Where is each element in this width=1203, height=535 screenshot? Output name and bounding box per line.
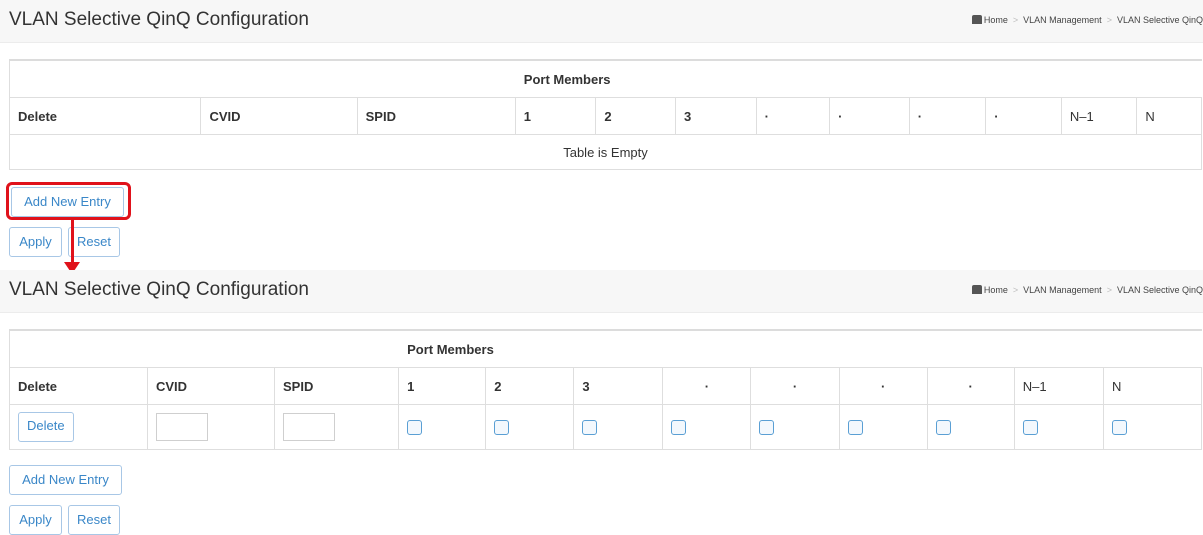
- col-port-3: 3: [674, 97, 757, 135]
- table-header-row: Port Members: [8, 329, 1202, 368]
- port-cell: [926, 404, 1015, 450]
- port-n-checkbox[interactable]: [1112, 420, 1127, 436]
- col-cvid: CVID: [200, 97, 358, 135]
- col-port-ellipsis: ·: [755, 97, 831, 135]
- col-cvid: CVID: [146, 367, 276, 405]
- add-new-entry-button[interactable]: Add New Entry: [9, 465, 122, 495]
- col-port-ellipsis: ·: [838, 367, 928, 405]
- highlight-box: [6, 182, 131, 220]
- port-n-minus-1-cell: [1013, 404, 1105, 450]
- col-port-ellipsis: ·: [908, 97, 987, 135]
- col-delete: Delete: [8, 97, 202, 135]
- col-port-ellipsis: ·: [750, 367, 840, 405]
- breadcrumb-current: VLAN Selective QinQ: [1116, 15, 1203, 25]
- col-port-ellipsis: ·: [926, 367, 1015, 405]
- port-n-minus-1-checkbox[interactable]: [1022, 420, 1038, 436]
- breadcrumb-separator: >: [1106, 15, 1112, 25]
- breadcrumb-current: VLAN Selective QinQ: [1116, 285, 1203, 295]
- port-cell: [838, 404, 928, 450]
- port-1-checkbox[interactable]: [407, 420, 423, 436]
- table-row: Delete: [9, 404, 1202, 450]
- page-header: VLAN Selective QinQ Configuration Home > V…: [0, 0, 1203, 43]
- spid-input[interactable]: [283, 413, 335, 441]
- col-spid: SPID: [273, 367, 400, 405]
- col-port-2: 2: [595, 97, 676, 135]
- qinq-table: Port Members Delete CVID SPID 1 2 3 · · …: [8, 329, 1202, 450]
- port-2-checkbox[interactable]: [494, 420, 510, 436]
- col-spid: SPID: [356, 97, 516, 135]
- port-1-cell: [398, 404, 487, 450]
- row-cvid-cell: [146, 404, 276, 450]
- breadcrumb-vlan-management[interactable]: VLAN Management: [1023, 15, 1102, 25]
- delete-row-button[interactable]: Delete: [18, 412, 74, 442]
- breadcrumb-home[interactable]: Home: [984, 285, 1008, 295]
- header-spacer: [8, 329, 400, 368]
- row-spid-cell: [273, 404, 400, 450]
- port-cell: [662, 404, 752, 450]
- port-n-cell: [1103, 404, 1202, 450]
- col-port-ellipsis: ·: [829, 97, 910, 135]
- port-checkbox[interactable]: [759, 420, 775, 436]
- empty-row: Table is Empty: [9, 134, 1202, 170]
- qinq-table: Port Members Delete CVID SPID 1 2 3 · · …: [8, 59, 1203, 170]
- col-port-ellipsis: ·: [662, 367, 752, 405]
- port-members-header: Port Members: [398, 329, 1202, 368]
- panel-before: VLAN Selective QinQ Configuration Home > V…: [0, 0, 1203, 265]
- col-port-2: 2: [485, 367, 575, 405]
- empty-message: Table is Empty: [9, 134, 1202, 170]
- breadcrumb-vlan-management[interactable]: VLAN Management: [1023, 285, 1102, 295]
- breadcrumb-home[interactable]: Home: [984, 15, 1008, 25]
- breadcrumb: Home > VLAN Management > VLAN Selective QinQ: [971, 285, 1203, 295]
- table-header-row: Port Members: [9, 59, 1203, 98]
- page-title: VLAN Selective QinQ Configuration: [9, 9, 309, 30]
- panel-after: VLAN Selective QinQ Configuration Home > V…: [0, 270, 1203, 535]
- table-column-row: Delete CVID SPID 1 2 3 · · · · N–1 N: [8, 97, 1202, 135]
- col-port-1: 1: [514, 97, 597, 135]
- col-delete: Delete: [9, 367, 148, 405]
- col-port-n-minus-1: N–1: [1060, 97, 1138, 135]
- port-checkbox[interactable]: [935, 420, 951, 436]
- col-port-n-minus-1: N–1: [1013, 367, 1105, 405]
- breadcrumb-separator: >: [1106, 285, 1112, 295]
- row-delete-cell: Delete: [9, 404, 148, 450]
- table-column-row: Delete CVID SPID 1 2 3 · · · · N–1 N: [9, 367, 1202, 405]
- port-checkbox[interactable]: [671, 420, 687, 436]
- port-2-cell: [485, 404, 575, 450]
- reset-button[interactable]: Reset: [68, 227, 120, 257]
- breadcrumb-separator: >: [1012, 15, 1019, 25]
- header-spacer: [9, 59, 516, 98]
- apply-button[interactable]: Apply: [9, 227, 62, 257]
- col-port-3: 3: [573, 367, 664, 405]
- port-checkbox[interactable]: [847, 420, 863, 436]
- page-title: VLAN Selective QinQ Configuration: [9, 279, 309, 300]
- arrow-icon: [71, 219, 74, 265]
- col-port-n: N: [1103, 367, 1202, 405]
- breadcrumb: Home > VLAN Management > VLAN Selective QinQ: [971, 15, 1203, 25]
- col-port-1: 1: [398, 367, 487, 405]
- cvid-input[interactable]: [155, 413, 208, 441]
- port-members-header: Port Members: [514, 59, 1203, 98]
- port-3-cell: [573, 404, 664, 450]
- home-icon: [971, 285, 982, 294]
- breadcrumb-separator: >: [1012, 285, 1019, 295]
- home-icon: [971, 15, 982, 24]
- col-port-n: N: [1136, 97, 1202, 135]
- port-cell: [750, 404, 840, 450]
- page-header: VLAN Selective QinQ Configuration Home > V…: [0, 270, 1203, 313]
- port-3-checkbox[interactable]: [582, 420, 598, 436]
- col-port-ellipsis: ·: [985, 97, 1062, 135]
